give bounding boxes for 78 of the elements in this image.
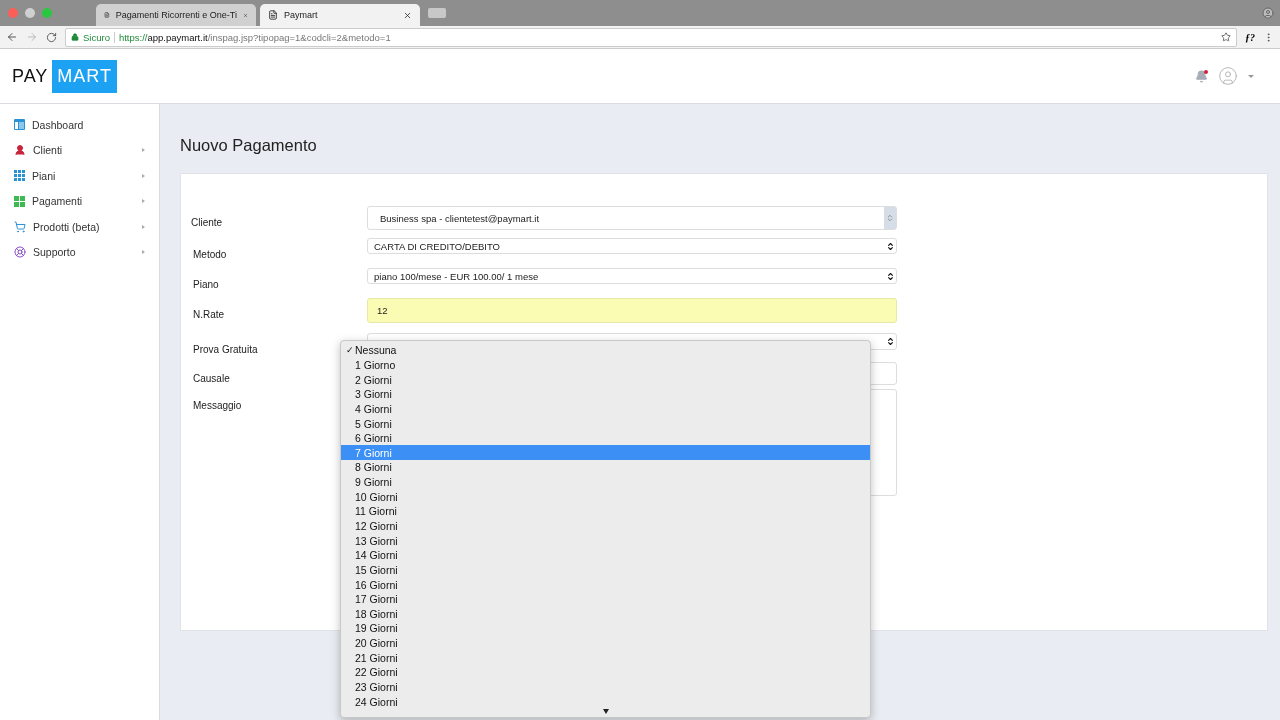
dashboard-icon	[14, 119, 25, 131]
dropdown-option[interactable]: 6 Giorni	[341, 430, 870, 446]
sidebar-item[interactable]: Dashboard	[0, 112, 159, 138]
field-label: Metodo	[193, 249, 227, 260]
page-title: Nuovo Pagamento	[180, 136, 318, 155]
dropdown-option[interactable]: 1 Giorno	[341, 357, 870, 373]
user-icon	[14, 144, 26, 157]
url-text: https://app.paymart.it/inspag.jsp?tipopag=1&codcli=2&metodo=1	[118, 31, 391, 43]
field-label: Causale	[193, 373, 230, 384]
sidebar-item[interactable]: Supporto	[0, 239, 159, 265]
field-label: Messaggio	[193, 400, 242, 411]
dropdown-option[interactable]: 4 Giorni	[341, 401, 870, 417]
input-field[interactable]: 12	[367, 298, 897, 323]
logo: PAY MART	[12, 59, 118, 93]
caret-icon[interactable]	[1248, 74, 1254, 78]
extension-button[interactable]: ƒ?	[1245, 31, 1255, 43]
expand-icon	[142, 199, 145, 204]
cart-icon	[14, 220, 26, 233]
dropdown-option[interactable]: 18 Giorni	[341, 606, 870, 622]
dropdown-option[interactable]: 12 Giorni	[341, 518, 870, 534]
updown-icon[interactable]	[885, 241, 895, 251]
reload-icon[interactable]	[46, 31, 57, 43]
page-icon	[104, 10, 110, 20]
field-label: N.Rate	[193, 309, 225, 320]
dropdown-option[interactable]: 3 Giorni	[341, 386, 870, 402]
client-select[interactable]: Business spa - clientetest@paymart.it	[367, 206, 897, 230]
field-label: Prova Gratuita	[193, 344, 258, 355]
dropdown-option[interactable]: 23 Giorni	[341, 679, 870, 695]
sidebar-item[interactable]: Piani	[0, 163, 159, 189]
lifebuoy-icon	[14, 246, 26, 259]
browser-tab[interactable]: Paymart	[260, 4, 420, 26]
back-icon[interactable]	[6, 31, 18, 43]
check-mark: ✓	[346, 345, 354, 356]
close-icon[interactable]	[403, 10, 412, 20]
dropdown-option[interactable]: 20 Giorni	[341, 635, 870, 651]
browser-tab[interactable]: Pagamenti Ricorrenti e One-Ti	[96, 4, 256, 26]
dropdown-option[interactable]: 19 Giorni	[341, 621, 870, 636]
sidebar-item[interactable]: Clienti	[0, 137, 159, 163]
dropdown-option[interactable]: 22 Giorni	[341, 665, 870, 680]
avatar-icon[interactable]	[1218, 66, 1238, 86]
expand-icon	[142, 250, 145, 255]
dropdown-option[interactable]: 2 Giorni	[341, 372, 870, 387]
page-icon	[268, 10, 278, 20]
dropdown-option[interactable]: 5 Giorni	[341, 416, 870, 431]
dropdown-option[interactable]: 15 Giorni	[341, 562, 870, 578]
address-bar[interactable]: Sicuro https://app.paymart.it/inspag.jsp?tipopag=1&codcli=2&metodo=1	[65, 27, 1237, 47]
dropdown-option[interactable]: 17 Giorni	[341, 591, 870, 607]
dropdown-option[interactable]: ✓Nessuna	[341, 343, 870, 358]
updown-icon[interactable]	[885, 271, 895, 281]
dropdown-option[interactable]: 9 Giorni	[341, 474, 870, 490]
dropdown-option[interactable]: 21 Giorni	[341, 650, 870, 666]
expand-icon	[142, 224, 145, 229]
field-label: Cliente	[191, 217, 223, 228]
dropdown-option[interactable]: 11 Giorni	[341, 504, 870, 519]
window-minimize-button[interactable]	[25, 8, 35, 18]
dropdown-option[interactable]: 13 Giorni	[341, 533, 870, 548]
dropdown-option[interactable]: 16 Giorni	[341, 577, 870, 592]
security-label: Sicuro	[83, 31, 115, 43]
field-label: Piano	[193, 279, 219, 290]
dropdown-option[interactable]: 24 Giorni	[341, 694, 870, 709]
bookmark-icon[interactable]	[1221, 32, 1231, 42]
scroll-down-icon[interactable]	[603, 709, 609, 714]
expand-icon	[142, 148, 145, 153]
updown-icon	[886, 214, 894, 222]
expand-icon	[142, 173, 145, 178]
dropdown-option[interactable]: 14 Giorni	[341, 547, 870, 563]
sidebar-item[interactable]: Pagamenti	[0, 188, 159, 214]
dropdown-option[interactable]: 10 Giorni	[341, 489, 870, 505]
tiles-icon	[14, 195, 25, 207]
profile-icon[interactable]	[1262, 7, 1274, 19]
updown-icon[interactable]	[885, 337, 895, 346]
sidebar-item[interactable]: Prodotti (beta)	[0, 214, 159, 240]
bell-icon[interactable]	[1195, 69, 1208, 83]
select-field[interactable]: CARTA DI CREDITO/DEBITO	[367, 238, 897, 254]
select-field[interactable]: piano 100/mese - EUR 100.00/ 1 mese	[367, 268, 897, 284]
dropdown-option[interactable]: 8 Giorni	[341, 460, 870, 475]
lock-icon	[71, 33, 79, 41]
grid-icon	[14, 170, 25, 182]
